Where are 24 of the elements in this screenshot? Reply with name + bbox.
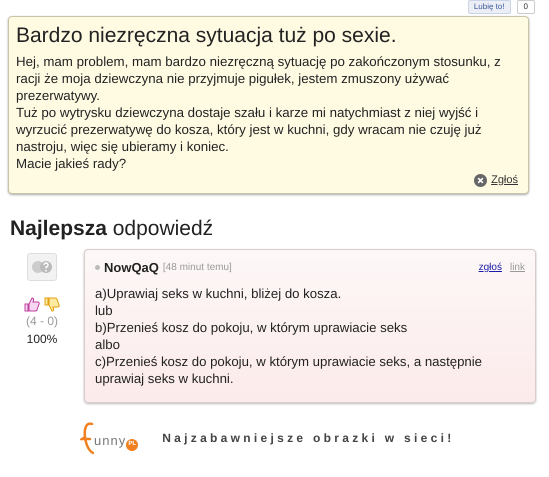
thumbs-up-icon[interactable]	[24, 296, 40, 312]
answer-text: c)Przenieś kosz do pokoju, w którym uprawiacie seks, a następnie uprawiaj seks w kuchni.	[95, 353, 484, 388]
question-text: Tuż po wytrysku dziewczyna dostaje szału i karze mi natychmiast z niej wyjść i wyrzucić prezerwatywę do kosza, który jest w kuchni, gdy wracam nie czuję już nastroju, więc się ubieramy i koniec.	[16, 104, 483, 155]
answer-text: albo	[95, 336, 121, 354]
author-name[interactable]: NowQaQ	[104, 258, 159, 278]
avatar	[27, 252, 57, 281]
action-link[interactable]: zgłoś	[478, 260, 502, 275]
question-text: Macie jakieś rady?	[16, 155, 128, 172]
vote-percent: 100%	[26, 330, 58, 348]
answer-time: [48 minut temu]	[162, 260, 232, 275]
answer-text: lub	[95, 302, 114, 320]
thumbs-down-icon[interactable]	[44, 296, 60, 312]
answer-text: a)Uprawiaj seks w kuchni, bliżej do kosza.	[95, 285, 342, 302]
vote-count: (4 - 0)	[26, 312, 58, 330]
like-count: 0	[516, 0, 535, 14]
answer-text: b)Przenieś kosz do pokoju, w którym uprawiacie seks	[95, 319, 408, 336]
section-heading: Najlepsza odpowiedź	[10, 216, 214, 241]
like-button[interactable]: Lubię to!	[468, 0, 511, 14]
question-text: Hej, mam problem, mam bardzo niezręczną sytuację po zakończonym stosunku, z racji że moja dziewczyna nie przyjmuje pigułek, jestem zmuszony używać prezerwatywy.	[16, 53, 502, 104]
close-circle-icon	[474, 174, 488, 187]
report-link[interactable]: Zgłoś	[491, 172, 518, 188]
question-title: Bardzo niezręczna sytuacja tuż po sexie.	[16, 23, 398, 49]
bullet-icon	[95, 264, 100, 270]
tagline: Najzabawniejsze obrazki w sieci!	[162, 430, 455, 447]
